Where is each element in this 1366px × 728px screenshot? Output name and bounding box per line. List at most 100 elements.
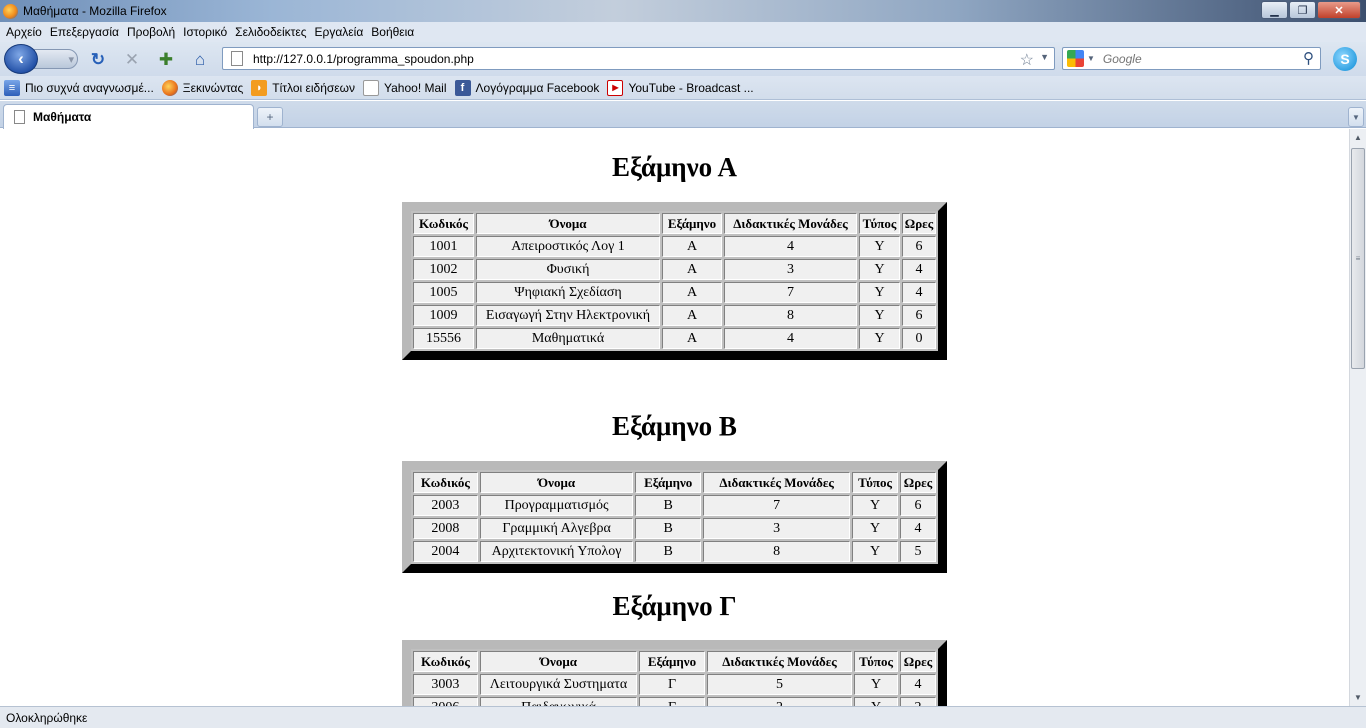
table-cell: Α — [662, 259, 722, 280]
firefox-icon — [3, 3, 18, 19]
table-cell: Α — [662, 282, 722, 303]
table-cell: 15556 — [413, 328, 474, 349]
tab-list-button[interactable]: ▼ — [1348, 107, 1364, 127]
table-cell: Λειτουργικά Συστηματα — [479, 674, 638, 695]
semester-section: Εξάμηνο Γ — [0, 589, 1349, 623]
bookmark-most-visited[interactable]: ≡ Πιο συχνά αναγνωσμέ... — [4, 79, 154, 96]
search-icon[interactable]: ⚲ — [1303, 49, 1314, 67]
table-cell: 4 — [724, 328, 857, 349]
table-row: 2003 Προγραμματισμός Β 7 Υ 6 — [413, 495, 936, 516]
reload-icon[interactable]: ↻ — [88, 50, 108, 70]
table-row: 2004 Αρχιτεκτονική Υπολογ Β 8 Υ 5 — [413, 541, 936, 562]
table-cell: Α — [662, 328, 722, 349]
table-cell: Μαθηματικά — [476, 328, 660, 349]
table-header-row: Κωδικός Όνομα Εξάμηνο Διδακτικές Μονάδες… — [413, 472, 936, 493]
table-cell: 2 — [900, 697, 936, 706]
skype-icon[interactable]: S — [1333, 47, 1357, 71]
table-cell: 2004 — [413, 541, 478, 562]
bookmark-news-headlines[interactable]: ◗ Τίτλοι ειδήσεων — [251, 79, 356, 96]
add-bookmark-icon[interactable]: ✚ — [156, 50, 176, 70]
table-cell: 2003 — [413, 495, 478, 516]
bookmark-youtube[interactable]: ▶ YouTube - Broadcast ... — [607, 79, 754, 96]
menu-help[interactable]: Βοήθεια — [367, 25, 418, 39]
column-header: Εξάμηνο — [639, 651, 705, 672]
search-input[interactable] — [1102, 51, 1293, 66]
scroll-up-icon[interactable]: ▲ — [1350, 129, 1366, 146]
column-header: Ωρες — [900, 472, 936, 493]
url-dropdown-icon[interactable]: ▼ — [1040, 52, 1049, 62]
url-text[interactable]: http://127.0.0.1/programma_spoudon.php — [253, 52, 474, 66]
google-icon[interactable] — [1067, 50, 1084, 67]
table-cell: Εισαγωγή Στην Ηλεκτρονική — [476, 305, 660, 326]
bookmark-getting-started[interactable]: Ξεκινώντας — [161, 79, 243, 96]
table-row: 15556 Μαθηματικά Α 4 Υ 0 — [413, 328, 936, 349]
table-cell: 2008 — [413, 518, 478, 539]
semester-heading: Εξάμηνο Α — [612, 152, 737, 182]
stop-icon[interactable]: ✕ — [122, 50, 142, 70]
table-cell: Γραμμική Αλγεβρα — [479, 518, 634, 539]
table-cell: Υ — [852, 518, 899, 539]
column-header: Διδακτικές Μονάδες — [706, 651, 853, 672]
table-cell: 4 — [900, 518, 936, 539]
address-bar[interactable]: http://127.0.0.1/programma_spoudon.php ☆… — [222, 47, 1055, 70]
tab-mathimata[interactable]: Μαθήματα — [3, 104, 254, 129]
column-header: Εξάμηνο — [635, 472, 702, 493]
forward-button[interactable]: ▾ — [34, 49, 78, 69]
maximize-button[interactable]: ❐ — [1289, 1, 1316, 19]
semester-heading: Εξάμηνο Β — [612, 411, 737, 441]
bookmark-star-icon[interactable]: ☆ — [1020, 50, 1034, 70]
table-cell: 1005 — [413, 282, 474, 303]
menu-tools[interactable]: Εργαλεία — [311, 25, 368, 39]
bookmark-label: Τίτλοι ειδήσεων — [272, 80, 356, 95]
menu-view[interactable]: Προβολή — [123, 25, 179, 39]
page-icon — [231, 51, 243, 66]
table-cell: 5 — [706, 674, 853, 695]
window-controls: ▁ ❐ ✕ — [1260, 1, 1361, 19]
back-button[interactable]: ‹ — [4, 44, 38, 74]
table-cell: 7 — [724, 282, 857, 303]
table-cell: Παιδαγωγικά — [479, 697, 638, 706]
window-titlebar: Μαθήματα - Mozilla Firefox ▁ ❐ ✕ — [0, 0, 1366, 22]
forward-dropdown-icon[interactable]: ▾ — [68, 53, 74, 66]
table-cell: Υ — [852, 541, 899, 562]
search-engine-dropdown-icon[interactable]: ▼ — [1087, 54, 1095, 63]
menu-history[interactable]: Ιστορικό — [179, 25, 231, 39]
semester-table-frame: Κωδικός Όνομα Εξάμηνο Διδακτικές Μονάδες… — [402, 202, 947, 360]
column-header: Εξάμηνο — [662, 213, 722, 234]
page-icon — [363, 79, 380, 96]
scroll-down-icon[interactable]: ▼ — [1350, 689, 1366, 706]
menu-bookmarks[interactable]: Σελιδοδείκτες — [231, 25, 310, 39]
table-cell: Α — [662, 305, 722, 326]
rss-icon: ◗ — [251, 79, 268, 96]
column-header: Διδακτικές Μονάδες — [724, 213, 857, 234]
column-header: Τύπος — [859, 213, 900, 234]
back-arrow-icon: ‹ — [18, 49, 24, 68]
bookmark-facebook[interactable]: f Λογόγραμμα Facebook — [454, 79, 599, 96]
bookmark-label: Πιο συχνά αναγνωσμέ... — [25, 80, 154, 95]
close-button[interactable]: ✕ — [1317, 1, 1361, 19]
bookmark-yahoo-mail[interactable]: Yahoo! Mail — [363, 79, 447, 96]
table-cell: Β — [635, 541, 702, 562]
table-cell: Υ — [854, 697, 899, 706]
vertical-scrollbar[interactable]: ▲ ≡ ▼ — [1349, 129, 1366, 706]
status-bar: Ολοκληρώθηκε — [0, 706, 1366, 728]
table-cell: 1009 — [413, 305, 474, 326]
table-cell: 3 — [703, 518, 851, 539]
status-text: Ολοκληρώθηκε — [6, 710, 88, 725]
menu-edit[interactable]: Επεξεργασία — [46, 25, 123, 39]
table-cell: Γ — [639, 674, 705, 695]
table-row: 3006 Παιδαγωγικά Γ 2 Υ 2 — [413, 697, 936, 706]
bookmark-label: YouTube - Broadcast ... — [628, 80, 754, 95]
scroll-thumb[interactable]: ≡ — [1351, 148, 1365, 369]
table-row: 1002 Φυσική Α 3 Υ 4 — [413, 259, 936, 280]
bookmarks-toolbar: ≡ Πιο συχνά αναγνωσμέ... Ξεκινώντας ◗ Τί… — [0, 76, 1366, 100]
table-cell: 6 — [902, 305, 936, 326]
search-bar[interactable]: ▼ ⚲ — [1062, 47, 1321, 70]
menu-bar: Αρχείο Επεξεργασία Προβολή Ιστορικό Σελι… — [0, 22, 1366, 42]
table-cell: 3006 — [413, 697, 478, 706]
home-icon[interactable]: ⌂ — [190, 50, 210, 70]
new-tab-button[interactable]: + — [257, 107, 283, 127]
minimize-button[interactable]: ▁ — [1261, 1, 1288, 19]
menu-file[interactable]: Αρχείο — [2, 25, 46, 39]
table-cell: Υ — [859, 328, 900, 349]
